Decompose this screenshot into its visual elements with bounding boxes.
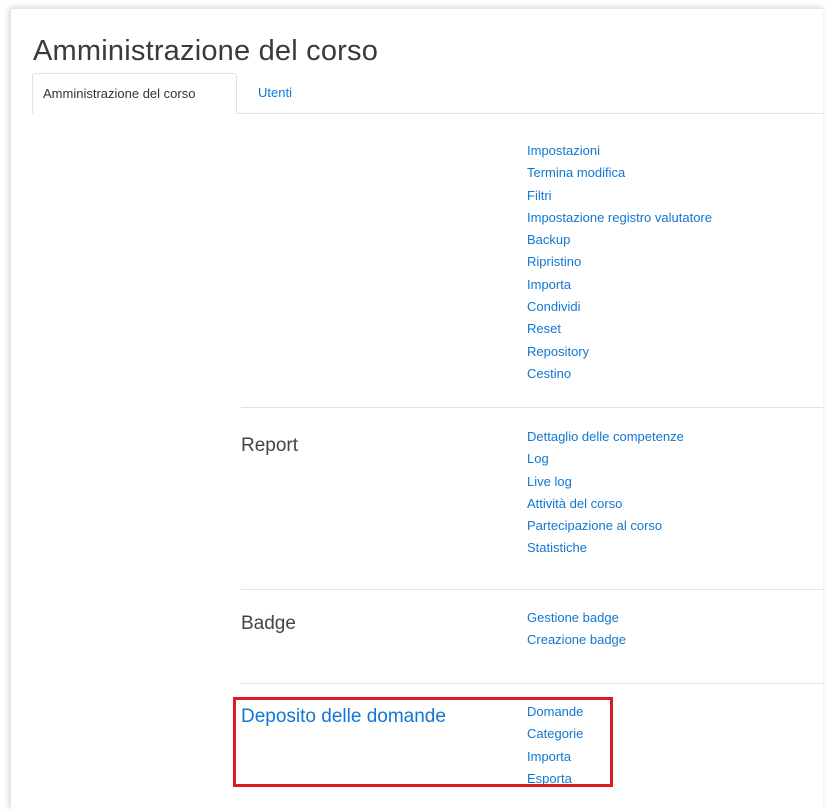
tab-bar: Amministrazione del corso Utenti xyxy=(32,73,823,114)
link-course-activity[interactable]: Attività del corso xyxy=(527,493,684,515)
link-reset[interactable]: Reset xyxy=(527,318,712,340)
tab-course-administration[interactable]: Amministrazione del corso xyxy=(32,73,237,114)
link-settings[interactable]: Impostazioni xyxy=(527,140,712,162)
link-backup[interactable]: Backup xyxy=(527,229,712,251)
link-restore[interactable]: Ripristino xyxy=(527,251,712,273)
report-link-list: Dettaglio delle competenze Log Live log … xyxy=(527,426,684,560)
course-settings-link-list: Impostazioni Termina modifica Filtri Imp… xyxy=(527,140,712,385)
link-import[interactable]: Importa xyxy=(527,274,712,296)
link-create-badge[interactable]: Creazione badge xyxy=(527,629,626,651)
link-live-logs[interactable]: Live log xyxy=(527,471,684,493)
question-bank-link-list: Domande Categorie Importa Esporta xyxy=(527,701,583,790)
link-logs[interactable]: Log xyxy=(527,448,684,470)
link-competency-breakdown[interactable]: Dettaglio delle competenze xyxy=(527,426,684,448)
link-repository[interactable]: Repository xyxy=(527,341,712,363)
section-badge: Badge Gestione badge Creazione badge xyxy=(241,589,823,683)
link-recycle-bin[interactable]: Cestino xyxy=(527,363,712,385)
admin-panel: Amministrazione del corso Amministrazion… xyxy=(10,8,823,809)
link-course-participation[interactable]: Partecipazione al corso xyxy=(527,515,684,537)
tab-users[interactable]: Utenti xyxy=(258,73,292,113)
section-course-settings: Impostazioni Termina modifica Filtri Imp… xyxy=(241,121,823,407)
link-turn-editing-off[interactable]: Termina modifica xyxy=(527,162,712,184)
section-title-badge: Badge xyxy=(241,613,296,634)
link-export-questions[interactable]: Esporta xyxy=(527,768,583,790)
link-manage-badges[interactable]: Gestione badge xyxy=(527,607,626,629)
page-title: Amministrazione del corso xyxy=(33,35,379,67)
section-report: Report Dettaglio delle competenze Log Li… xyxy=(241,407,823,589)
link-statistics[interactable]: Statistiche xyxy=(527,537,684,559)
link-filters[interactable]: Filtri xyxy=(527,185,712,207)
link-gradebook-setup[interactable]: Impostazione registro valutatore xyxy=(527,207,712,229)
link-share[interactable]: Condividi xyxy=(527,296,712,318)
link-categories[interactable]: Categorie xyxy=(527,723,583,745)
link-import-questions[interactable]: Importa xyxy=(527,746,583,768)
section-question-bank: Deposito delle domande Domande Categorie… xyxy=(241,683,823,793)
section-title-question-bank[interactable]: Deposito delle domande xyxy=(241,706,446,728)
badge-link-list: Gestione badge Creazione badge xyxy=(527,607,626,652)
section-title-report: Report xyxy=(241,435,299,456)
link-questions[interactable]: Domande xyxy=(527,701,583,723)
